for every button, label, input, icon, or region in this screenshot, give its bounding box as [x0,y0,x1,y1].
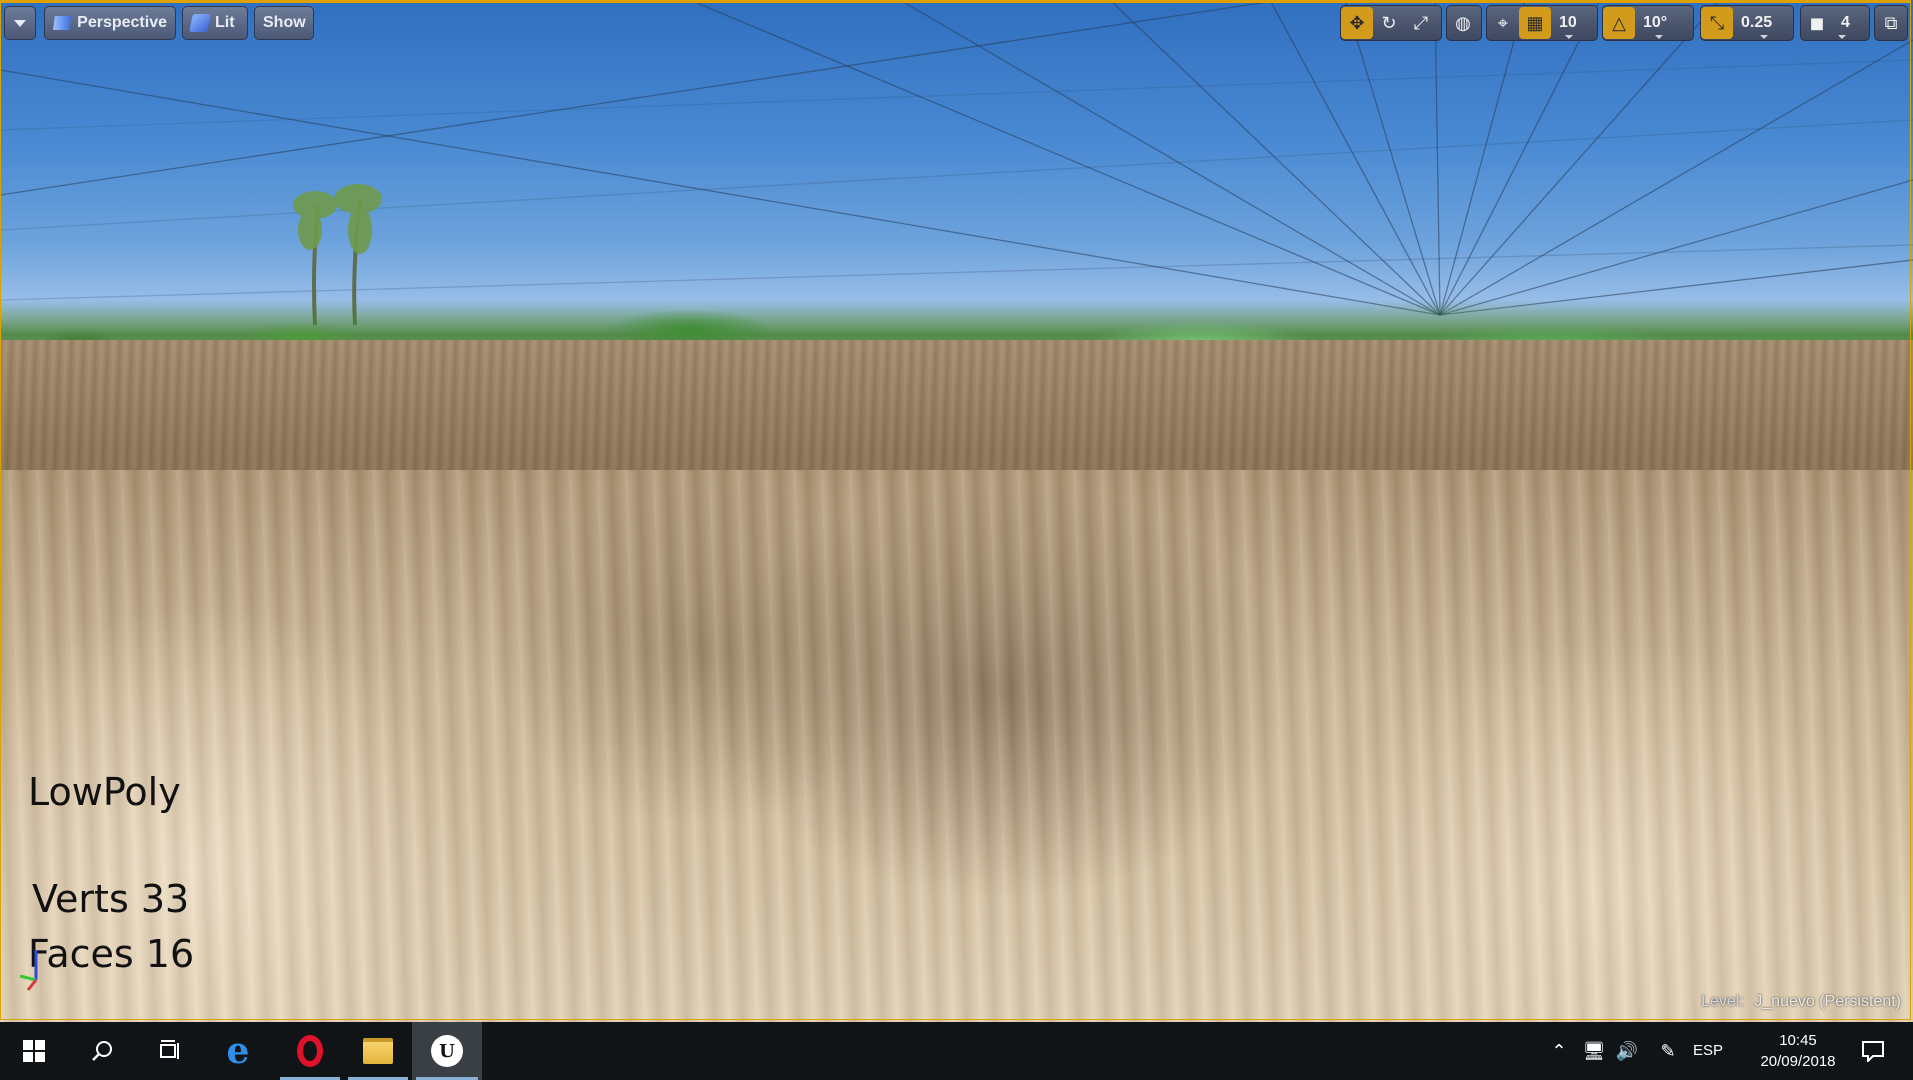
level-name: J_nuevo (Persistent) [1754,993,1901,1010]
rotation-snap-icon[interactable]: △ [1603,7,1635,39]
camera-speed-group: ◼ 4 [1800,5,1870,41]
action-center-button[interactable] [1848,1022,1898,1080]
search-icon [92,1041,112,1061]
grid-snap-group: ⌖ ▦ 10 [1486,5,1598,41]
taskbar-app-file-explorer[interactable] [344,1022,412,1080]
clock[interactable]: 10:45 20/09/2018 [1753,1030,1843,1072]
unreal-engine-icon: U [431,1035,463,1067]
show-label: Show [263,14,306,31]
taskbar-app-unreal[interactable]: U [412,1022,482,1080]
scale-tool-icon[interactable]: ⤢ [1405,7,1437,39]
perspective-label: Perspective [77,14,167,31]
verts-count-label: Verts 33 [32,877,190,921]
clock-date: 20/09/2018 [1760,1053,1836,1070]
windows-start-icon [23,1040,45,1062]
grid-snap-icon[interactable]: ▦ [1519,7,1551,39]
surface-snap-icon[interactable]: ⌖ [1487,7,1519,39]
notifications-icon [1862,1041,1884,1062]
rotate-tool-icon[interactable]: ↻ [1373,7,1405,39]
wheat-field-front [0,470,1913,1022]
grid-snap-value[interactable]: 10 [1551,14,1585,39]
volume-icon: 🔊 [1615,1040,1639,1061]
edge-icon: e [226,1030,250,1072]
maximize-viewport-icon[interactable]: ⧉ [1875,7,1907,39]
show-button[interactable]: Show [254,6,314,40]
volume-button[interactable]: 🔊 [1612,1022,1642,1080]
lit-label: Lit [215,14,235,31]
clock-time: 10:45 [1779,1032,1817,1049]
taskbar-app-opera[interactable] [276,1022,344,1080]
rotation-snap-value[interactable]: 10° [1635,14,1675,39]
chevron-up-icon: ⌃ [1551,1040,1567,1061]
opera-icon [297,1035,323,1067]
scale-snap-value[interactable]: 0.25 [1733,14,1780,39]
chevron-down-icon [14,19,26,27]
windows-taskbar: e U ⌃ 🖥 🔊 ✎ ESP 10:45 20/09/2018 [0,1022,1913,1080]
level-viewport[interactable]: LowPoly Verts 33 Faces 16 Level: J_nuevo… [0,0,1913,1022]
task-view-icon [160,1040,179,1059]
scale-snap-icon[interactable]: ⤡ [1701,7,1733,39]
lit-mode-icon [189,14,211,32]
network-button[interactable]: 🖥 [1578,1022,1610,1080]
translate-tool-icon[interactable]: ✥ [1341,7,1373,39]
taskbar-app-edge[interactable]: e [204,1022,272,1080]
network-icon: 🖥 [1582,1040,1606,1061]
mesh-name-label: LowPoly [28,770,181,814]
perspective-icon [53,16,72,30]
axis-gizmo-icon [19,950,38,991]
task-view-button[interactable] [136,1022,204,1080]
pen-icon: ✎ [1660,1040,1676,1061]
camera-speed-value[interactable]: 4 [1833,14,1858,39]
file-explorer-icon [363,1038,393,1064]
perspective-button[interactable]: Perspective [44,6,176,40]
pen-workspace-button[interactable]: ✎ [1650,1022,1686,1080]
world-coordinates-icon[interactable]: ◍ [1447,7,1479,39]
maximize-viewport-group: ⧉ [1874,5,1908,41]
search-button[interactable] [68,1022,136,1080]
coordinate-system-group: ◍ [1446,5,1482,41]
level-label: Level: [1701,993,1744,1010]
level-info: Level: J_nuevo (Persistent) [1701,993,1901,1011]
rotation-snap-group: △ 10° [1602,5,1694,41]
show-hidden-icons-button[interactable]: ⌃ [1545,1022,1573,1080]
camera-speed-icon[interactable]: ◼ [1801,7,1833,39]
scale-snap-group: ⤡ 0.25 [1700,5,1794,41]
transform-tools-group: ✥ ↻ ⤢ [1340,5,1442,41]
viewport-options-button[interactable] [4,6,36,40]
language-indicator[interactable]: ESP [1693,1042,1723,1059]
start-button[interactable] [0,1022,68,1080]
lit-button[interactable]: Lit [182,6,248,40]
